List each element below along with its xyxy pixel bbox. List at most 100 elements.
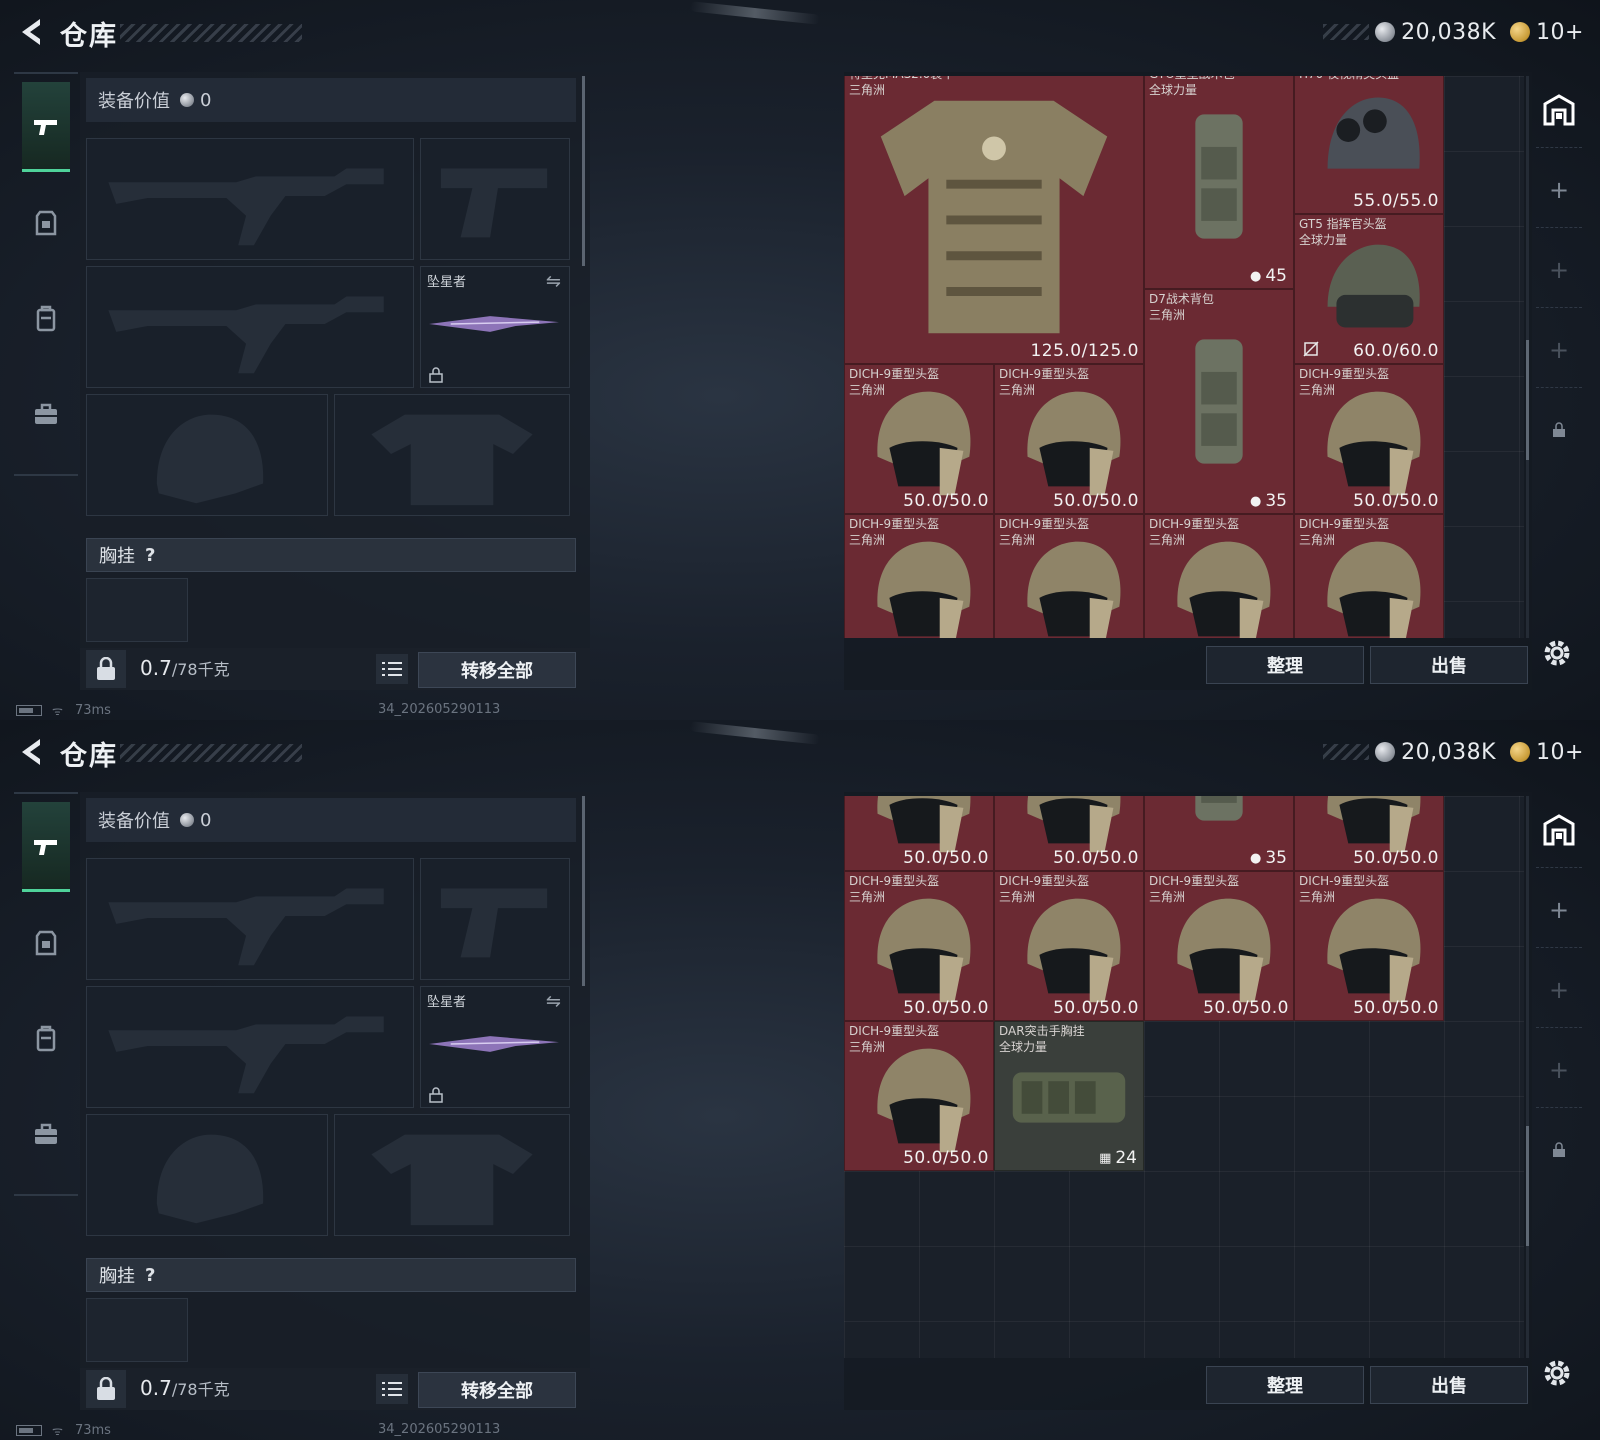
stash-grid[interactable]: 特里克MAS2.0装甲三角洲125.0/125.0GTO重型战术包全球力量●45…: [844, 76, 1524, 638]
lock-icon: [429, 367, 443, 383]
weight-lock-button[interactable]: [86, 650, 126, 688]
armor-icon: [35, 930, 57, 956]
rail-add-page[interactable]: +: [1536, 952, 1582, 1028]
help-icon[interactable]: ?: [145, 1265, 155, 1286]
tab-armor[interactable]: [22, 178, 70, 268]
stash-scroll-thumb[interactable]: [1526, 340, 1529, 460]
gold-amount[interactable]: 10+: [1536, 740, 1584, 765]
rail-locked-page[interactable]: [1536, 1112, 1582, 1188]
tab-backpack[interactable]: [22, 274, 70, 364]
rail-locked-page[interactable]: [1536, 392, 1582, 468]
gold-amount[interactable]: 10+: [1536, 20, 1584, 45]
transfer-all-button[interactable]: 转移全部: [418, 1372, 576, 1408]
sort-button[interactable]: 整理: [1206, 646, 1364, 684]
stash-item-helmet[interactable]: DICH-9重型头盔 三角洲: [1294, 514, 1444, 638]
rail-add-page[interactable]: +: [1536, 232, 1582, 308]
rail-add-page[interactable]: +: [1536, 312, 1582, 388]
stash-grid[interactable]: 50.0/50.0 50.0/50.0 ● 35 50.0/50.0 DICH-9重型头盔…: [844, 796, 1524, 1358]
stash-item-backpack[interactable]: ● 35: [1144, 796, 1294, 871]
stash-item-nvg[interactable]: H70 夜视精英头盔 55.0/55.0: [1294, 76, 1444, 214]
stash-item-helmet[interactable]: 50.0/50.0: [994, 796, 1144, 871]
stash-item-helmet[interactable]: DICH-9重型头盔 三角洲 50.0/50.0: [1144, 871, 1294, 1021]
settings-gear-icon[interactable]: [1540, 636, 1574, 670]
stash-item-gt5[interactable]: GT5 指挥官头盔 全球力量 60.0/60.0: [1294, 214, 1444, 364]
list-view-button[interactable]: [376, 654, 408, 684]
tab-weapons[interactable]: [22, 802, 70, 892]
stash-item-armor[interactable]: 特里克MAS2.0装甲三角洲125.0/125.0: [844, 76, 1144, 364]
secondary-weapon-slot[interactable]: [86, 266, 414, 388]
loadout-scrollbar[interactable]: [582, 796, 585, 986]
stash-item-backpack[interactable]: GTO重型战术包全球力量●45: [1144, 76, 1294, 289]
loadout-scrollbar[interactable]: [582, 76, 585, 266]
stash-item-helmet[interactable]: DICH-9重型头盔 三角洲 50.0/50.0: [994, 364, 1144, 514]
item-capacity: ▦ 24: [1099, 1148, 1137, 1168]
stash-item-helmet[interactable]: 50.0/50.0: [844, 796, 994, 871]
tab-case[interactable]: [22, 370, 70, 460]
list-view-button[interactable]: [376, 1374, 408, 1404]
lock-icon: [1553, 1142, 1565, 1157]
rail-add-page[interactable]: +: [1536, 1032, 1582, 1108]
tab-case[interactable]: [22, 1090, 70, 1180]
armor-slot[interactable]: [334, 1114, 570, 1236]
pistol-icon: [34, 839, 57, 855]
stash-item-helmet[interactable]: DICH-9重型头盔 三角洲 50.0/50.0: [844, 1021, 994, 1171]
settings-gear-icon[interactable]: [1540, 1356, 1574, 1390]
item-capacity: ● 35: [1250, 848, 1287, 868]
stash-item-backpack[interactable]: D7战术背包 三角洲 ● 35: [1144, 289, 1294, 514]
item-name: GT5 指挥官头盔: [1299, 217, 1387, 231]
stash-item-rig[interactable]: DAR突击手胸挂 全球力量 ▦ 24: [994, 1021, 1144, 1171]
wifi-icon: ᯤ: [52, 1424, 63, 1438]
item-durability: 50.0/50.0: [1053, 848, 1139, 868]
stash-item-helmet[interactable]: DICH-9重型头盔 三角洲: [994, 514, 1144, 638]
currency-hatch: [1323, 24, 1370, 40]
stash-item-helmet[interactable]: DICH-9重型头盔 三角洲: [844, 514, 994, 638]
sell-button[interactable]: 出售: [1370, 1366, 1528, 1404]
rail-stash-home[interactable]: [1536, 72, 1582, 148]
tab-armor[interactable]: [22, 898, 70, 988]
stash-item-helmet[interactable]: DICH-9重型头盔 三角洲 50.0/50.0: [1294, 364, 1444, 514]
sell-button[interactable]: 出售: [1370, 646, 1528, 684]
melee-slot[interactable]: 坠星者 ⇋: [420, 266, 570, 388]
stash-item-helmet[interactable]: DICH-9重型头盔 三角洲 50.0/50.0: [844, 871, 994, 1021]
transfer-all-button[interactable]: 转移全部: [418, 652, 576, 688]
pistol-slot[interactable]: [420, 138, 570, 260]
melee-slot[interactable]: 坠星者 ⇋: [420, 986, 570, 1108]
stash-item-helmet[interactable]: DICH-9重型头盔 三角洲 50.0/50.0: [994, 871, 1144, 1021]
lock-icon: [429, 1087, 443, 1103]
stash-item-helmet[interactable]: 50.0/50.0: [1294, 796, 1444, 871]
item-durability: 50.0/50.0: [903, 998, 989, 1018]
primary-weapon-slot[interactable]: [86, 858, 414, 980]
chest-rig-slot[interactable]: [86, 1298, 188, 1362]
loadout-panel: 装备价值 0 坠星者 ⇋ 胸挂 ? 0.7/78千克 转移全部: [80, 72, 590, 690]
screenshot-bottom: 仓库 20,038K 10+ 装备价值 0 坠星者 ⇋ 胸挂 ? 0.7/78千…: [0, 720, 1600, 1440]
armor-slot[interactable]: [334, 394, 570, 516]
helmet-slot[interactable]: [86, 394, 328, 516]
secondary-weapon-slot[interactable]: [86, 986, 414, 1108]
primary-weapon-slot[interactable]: [86, 138, 414, 260]
weight-lock-button[interactable]: [86, 1370, 126, 1408]
stash-scroll-thumb[interactable]: [1526, 1126, 1529, 1246]
stash-item-helmet[interactable]: DICH-9重型头盔 三角洲: [1144, 514, 1294, 638]
rail-add-page[interactable]: +: [1536, 872, 1582, 948]
rail-add-page[interactable]: +: [1536, 152, 1582, 228]
chest-rig-slot[interactable]: [86, 578, 188, 642]
back-arrow-icon[interactable]: [14, 734, 50, 770]
helmet-slot[interactable]: [86, 1114, 328, 1236]
help-icon[interactable]: ?: [145, 545, 155, 566]
stash-scroll-track[interactable]: [1526, 796, 1529, 1358]
item-name: DICH-9重型头盔: [849, 1024, 940, 1038]
pistol-slot[interactable]: [420, 858, 570, 980]
item-name: DAR突击手胸挂: [999, 1024, 1085, 1038]
item-durability: 50.0/50.0: [1053, 998, 1139, 1018]
rail-stash-home[interactable]: [1536, 792, 1582, 868]
loadout-footer: 0.7/78千克 转移全部: [80, 1368, 590, 1410]
back-arrow-icon[interactable]: [14, 14, 50, 50]
rifle-silhouette-icon: [108, 168, 384, 246]
sort-button[interactable]: 整理: [1206, 1366, 1364, 1404]
tab-backpack[interactable]: [22, 994, 70, 1084]
stash-item-helmet[interactable]: DICH-9重型头盔 三角洲 50.0/50.0: [844, 364, 994, 514]
stash-item-helmet[interactable]: DICH-9重型头盔 三角洲 50.0/50.0: [1294, 871, 1444, 1021]
armor-silhouette-icon: [371, 1134, 533, 1226]
tab-weapons[interactable]: [22, 82, 70, 172]
item-region: 全球力量: [1149, 83, 1198, 97]
